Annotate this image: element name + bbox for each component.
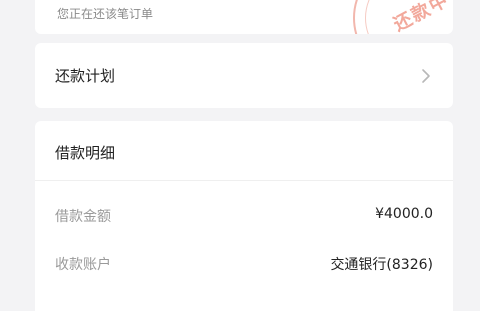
receiving-account-row: 收款账户 交通银行(8326) (55, 254, 433, 276)
loan-amount-label: 借款金额 (55, 209, 111, 225)
receiving-account-value: 交通银行(8326) (330, 257, 433, 273)
loan-amount-row: 借款金额 ¥4000.0 (55, 206, 433, 228)
loan-amount-value: ¥4000.0 (375, 206, 433, 222)
order-status-card: 您正在还该笔订单 还款中 (35, 0, 453, 34)
loan-details-title: 借款明细 (55, 144, 116, 162)
divider (35, 180, 453, 181)
order-status-subtitle: 您正在还该笔订单 (57, 7, 154, 21)
repayment-plan-row[interactable]: 还款计划 (35, 43, 453, 108)
receiving-account-label: 收款账户 (55, 257, 111, 273)
loan-details-card: 借款明细 借款金额 ¥4000.0 收款账户 交通银行(8326) (35, 121, 453, 311)
repayment-plan-label: 还款计划 (55, 67, 116, 85)
chevron-right-icon (422, 69, 430, 83)
repaying-stamp: 还款中 (353, 0, 453, 34)
